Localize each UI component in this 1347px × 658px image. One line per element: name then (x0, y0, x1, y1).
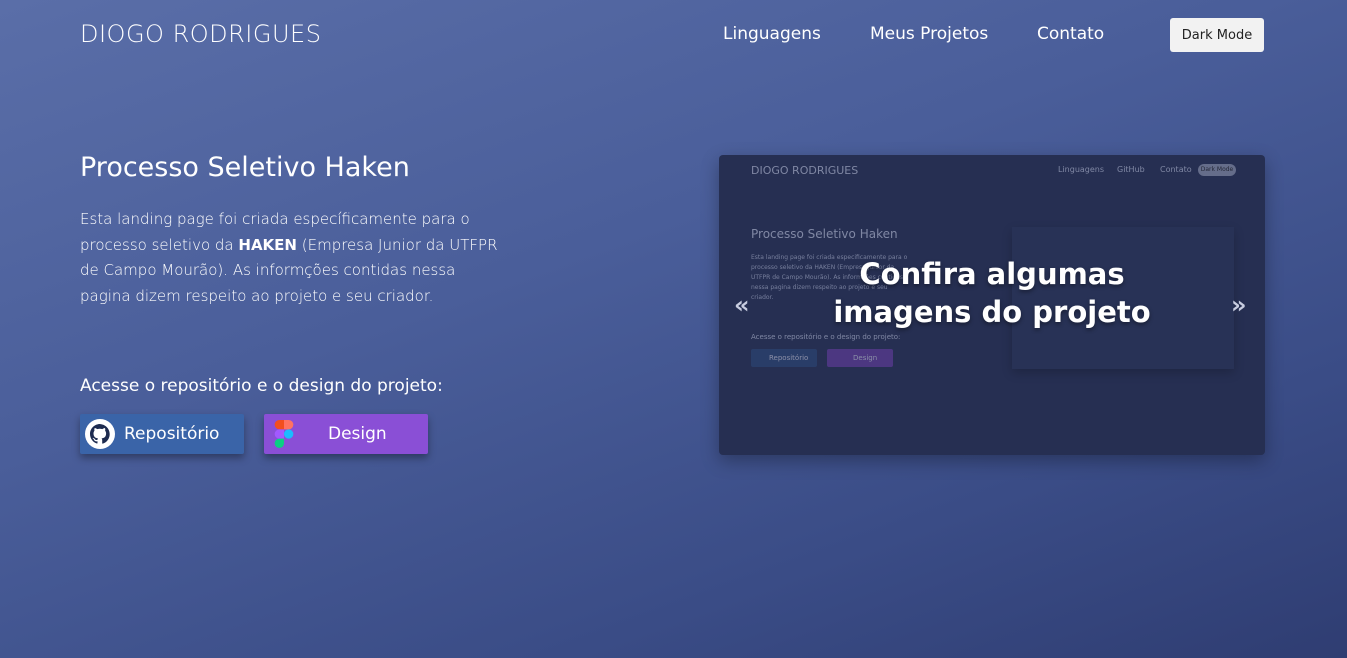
project-carousel[interactable]: DIOGO RODRIGUES Linguagens GitHub Contat… (719, 155, 1265, 455)
repository-label: Repositório (124, 424, 220, 444)
github-icon (80, 414, 120, 454)
brand-logo-text[interactable]: DIOGO RODRIGUES (80, 20, 321, 48)
dark-mode-button[interactable]: Dark Mode (1170, 18, 1264, 52)
preview-brand: DIOGO RODRIGUES (751, 164, 859, 177)
page-title: Processo Seletivo Haken (80, 152, 410, 183)
hero-description: Esta landing page foi criada específicam… (80, 207, 500, 309)
repository-button[interactable]: Repositório (80, 414, 244, 454)
carousel-caption: Confira algumas imagens do projeto (719, 255, 1265, 331)
preview-design-button: Design (827, 349, 893, 367)
design-button[interactable]: Design (264, 414, 428, 454)
header: DIOGO RODRIGUES Linguagens Meus Projetos… (0, 0, 1347, 70)
caption-line-1: Confira algumas (859, 257, 1125, 291)
preview-dark-mode: Dark Mode (1198, 164, 1236, 176)
access-text: Acesse o repositório e o design do proje… (80, 376, 443, 396)
nav-linguagens[interactable]: Linguagens (723, 24, 821, 44)
description-bold-haken: HAKEN (238, 235, 297, 254)
nav-meus-projetos[interactable]: Meus Projetos (870, 24, 988, 44)
preview-repo-button: Repositório (751, 349, 817, 367)
preview-nav-linguagens: Linguagens (1058, 165, 1105, 174)
preview-nav-github: GitHub (1117, 165, 1145, 174)
caption-line-2: imagens do projeto (833, 295, 1151, 329)
nav-contato[interactable]: Contato (1037, 24, 1104, 44)
figma-icon (264, 414, 304, 454)
design-label: Design (328, 424, 387, 444)
preview-access-text: Acesse o repositório e o design do proje… (751, 333, 901, 341)
preview-nav-contato: Contato (1160, 165, 1192, 174)
preview-title: Processo Seletivo Haken (751, 227, 898, 241)
